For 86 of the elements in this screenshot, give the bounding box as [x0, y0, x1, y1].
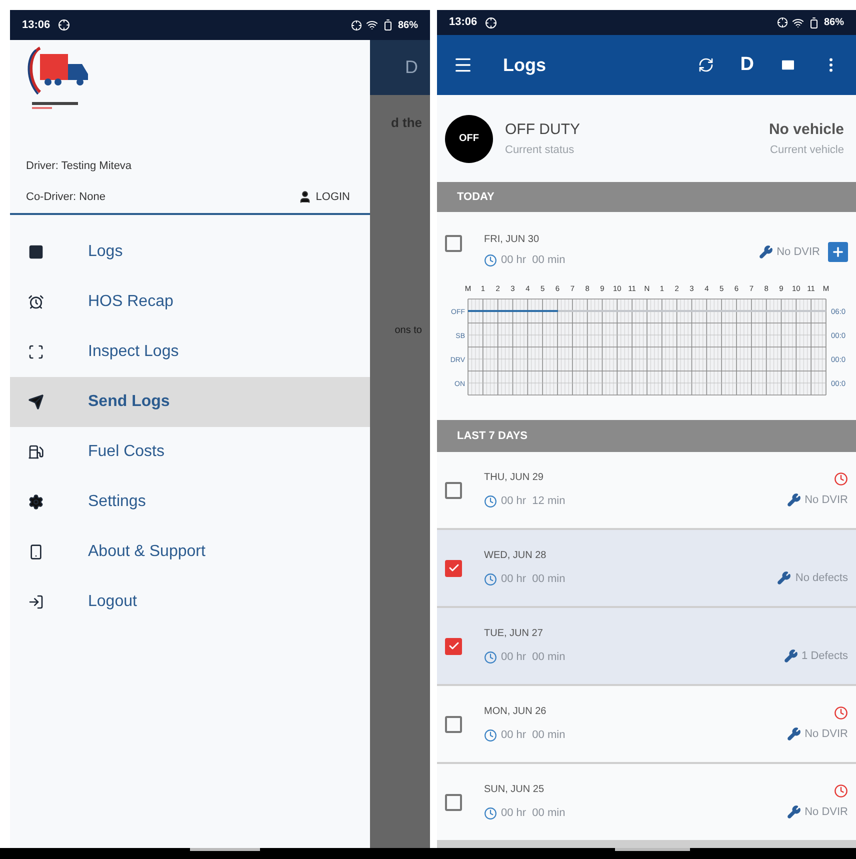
log-date: WED, JUN 28 [484, 549, 548, 564]
duty-letter: D [405, 56, 418, 79]
battery-icon [382, 19, 394, 31]
wrench-icon [786, 805, 801, 819]
checkbox[interactable] [445, 716, 462, 732]
battery-percent: 86% [824, 16, 844, 30]
wrench-icon [777, 571, 792, 585]
login-button[interactable]: LOGIN [298, 188, 350, 205]
vehicle-caption: Current vehicle [770, 142, 844, 158]
location-icon [776, 17, 788, 28]
battery-icon [808, 16, 820, 28]
log-duration: 00 hr 00 min [501, 253, 566, 268]
settings-icon [28, 494, 44, 510]
co-driver-name: Co-Driver: None [26, 190, 106, 204]
menu-item[interactable]: About & Support [10, 527, 370, 577]
sync-icon[interactable] [698, 57, 714, 73]
clock-icon [484, 729, 497, 742]
clock-icon [484, 807, 497, 820]
log-date: FRI, JUN 30 [484, 233, 540, 247]
checkbox[interactable] [445, 638, 462, 654]
log-row[interactable]: WED, JUN 28 00 hr 00 min No defects [437, 530, 856, 606]
add-button[interactable] [828, 242, 848, 262]
dvir-status: No DVIR [804, 726, 848, 742]
menu-item[interactable]: Fuel Costs [10, 427, 370, 477]
person-icon [298, 190, 312, 204]
checkbox[interactable] [445, 235, 462, 252]
wrench-icon [786, 727, 801, 741]
status-badge: OFF [445, 114, 493, 162]
menu-item[interactable]: Settings [10, 477, 370, 527]
log-duration: 00 hr 00 min [501, 572, 566, 588]
section-header: LAST 7 DAYS [437, 420, 856, 452]
status-time: 13:06 [22, 18, 50, 33]
dvir-status: No DVIR [776, 244, 820, 260]
dvir-status: 1 Defects [802, 648, 848, 664]
driver-name: Driver: Testing Miteva [26, 159, 133, 174]
clock-icon [484, 573, 497, 586]
status-caption: Current status [505, 142, 576, 158]
menu-item[interactable]: Inspect Logs [10, 327, 370, 377]
log-date: MON, JUN 26 [484, 705, 548, 720]
background-text: d the [390, 114, 422, 132]
location-icon [350, 20, 362, 30]
check-icon [448, 640, 460, 652]
log-date: SUN, JUN 25 [484, 783, 546, 798]
duty-status: OFF DUTY [505, 120, 581, 140]
fuel-pump-icon [28, 444, 44, 460]
clock-icon [484, 254, 497, 267]
plus-icon [831, 245, 845, 259]
wrench-icon [758, 245, 773, 259]
menu-item[interactable]: Send Logs [10, 377, 370, 427]
status-time: 13:06 [449, 15, 478, 30]
log-date: TUE, JUN 27 [484, 627, 544, 642]
log-row[interactable]: TUE, JUN 27 00 hr 00 min 1 Defects [437, 608, 856, 684]
wrench-icon [786, 493, 801, 507]
dvir-status: No defects [795, 570, 848, 586]
logout-icon [28, 594, 44, 610]
section-header: TODAY [437, 182, 856, 212]
battery-percent: 86% [398, 18, 418, 32]
log-date: THU, JUN 29 [484, 471, 544, 486]
app-bar-title: Logs [503, 54, 547, 77]
dvir-status: No DVIR [804, 804, 848, 820]
checkbox[interactable] [445, 794, 462, 810]
alarm-clock-icon [28, 294, 44, 310]
dvir-status: No DVIR [804, 492, 848, 508]
vehicle-name: No vehicle [768, 120, 844, 140]
menu-item[interactable]: Logout [10, 577, 370, 627]
log-duration: 00 hr 00 min [501, 806, 566, 822]
menu-item[interactable]: HOS Recap [10, 277, 370, 327]
background-text: ons to [394, 324, 422, 338]
duty-status-button[interactable]: D [740, 50, 754, 80]
log-row[interactable]: MON, JUN 26 00 hr 00 min No DVIR [437, 686, 856, 762]
check-icon [448, 562, 460, 574]
menu-item[interactable]: Logs [10, 227, 370, 277]
checkbox[interactable] [445, 560, 462, 576]
log-duration: 00 hr 00 min [501, 728, 566, 744]
log-duration: 00 hr 12 min [501, 494, 566, 510]
wrench-icon [784, 649, 798, 663]
log-row[interactable]: SUN, JUN 25 00 hr 00 min No DVIR [437, 764, 856, 840]
clock-icon [484, 495, 497, 508]
log-row[interactable]: THU, JUN 29 00 hr 12 min No DVIR [437, 452, 856, 528]
wifi-icon [792, 16, 804, 28]
send-icon [28, 394, 44, 410]
checkbox[interactable] [445, 482, 462, 498]
clock-icon [484, 651, 497, 664]
scan-frame-icon [28, 344, 44, 360]
log-duration: 00 hr 00 min [501, 650, 566, 666]
phone-icon [28, 544, 44, 560]
